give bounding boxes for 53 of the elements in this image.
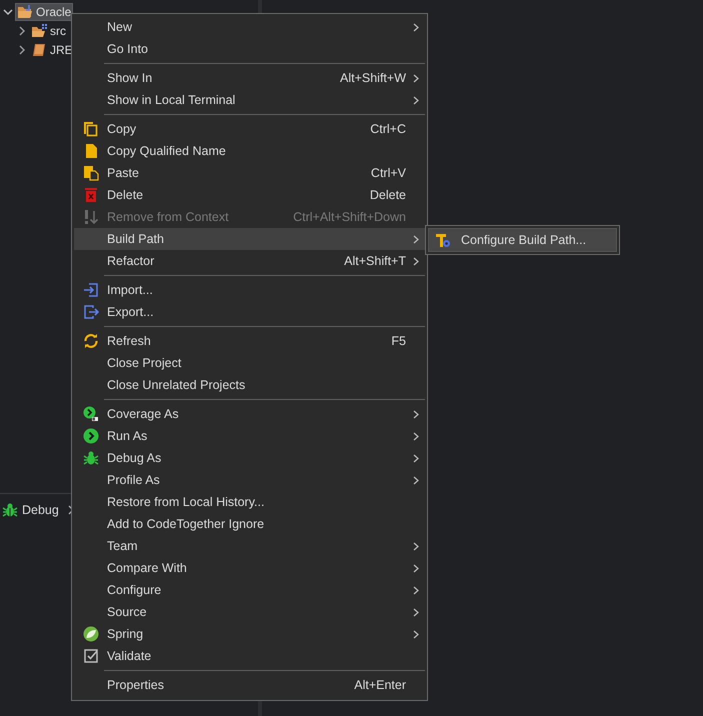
bug-icon [83, 450, 99, 466]
book-icon [31, 42, 47, 56]
folder-icon [31, 24, 47, 38]
import-icon [83, 282, 99, 298]
menu-item[interactable]: Refresh F5 [74, 330, 425, 352]
menu-item[interactable]: Profile As [74, 469, 425, 491]
menu-item[interactable]: New [74, 16, 425, 38]
menu-item[interactable]: Close Unrelated Projects [74, 374, 425, 396]
view-tab[interactable]: Debug [22, 503, 59, 517]
hammer-gear-icon [435, 232, 451, 248]
menu-item[interactable]: Restore from Local History... [74, 491, 425, 513]
play-circle-icon [83, 428, 99, 444]
tree-item[interactable]: src [29, 22, 68, 40]
folder-icon [17, 4, 33, 18]
menu-item[interactable]: Delete Delete [74, 184, 425, 206]
trash-icon [83, 187, 99, 203]
menu-item[interactable]: Export... [74, 301, 425, 323]
tree-item[interactable]: JRE [29, 40, 75, 58]
menu-item[interactable]: Copy Ctrl+C [74, 118, 425, 140]
play-circle-icon [83, 406, 99, 422]
menu-item[interactable]: Go Into [74, 38, 425, 60]
chevron-icon[interactable] [17, 44, 27, 54]
chevron-icon[interactable] [3, 6, 13, 16]
menu-item[interactable]: Debug As [74, 447, 425, 469]
document-icon [83, 143, 99, 159]
refresh-icon [83, 333, 99, 349]
tree-item[interactable]: Oracle [15, 2, 74, 20]
menu-item[interactable]: Validate [74, 645, 425, 667]
menu-item[interactable]: Show in Local Terminal [74, 89, 425, 111]
menu-item[interactable]: Copy Qualified Name [74, 140, 425, 162]
menu-item[interactable]: Refactor Alt+Shift+T [74, 250, 425, 272]
menu-item[interactable]: Show In Alt+Shift+W [74, 67, 425, 89]
menu-item[interactable]: Source [74, 601, 425, 623]
checkbox-icon [83, 648, 99, 664]
chevron-icon[interactable] [17, 26, 27, 36]
menu-item[interactable]: Coverage As [74, 403, 425, 425]
menu-item[interactable]: Close Project [74, 352, 425, 374]
exclamation-arrow-icon [83, 209, 99, 225]
menu-item[interactable]: Configure Build Path... [428, 228, 617, 252]
menu-item[interactable]: Team [74, 535, 425, 557]
menu-item[interactable]: Paste Ctrl+V [74, 162, 425, 184]
leaf-icon [83, 626, 99, 642]
menu-item[interactable]: Run As [74, 425, 425, 447]
menu-item[interactable]: Compare With [74, 557, 425, 579]
export-icon [83, 304, 99, 320]
paste-icon [83, 165, 99, 181]
menu-item[interactable]: Properties Alt+Enter [74, 674, 425, 696]
menu-item[interactable]: Configure [74, 579, 425, 601]
menu-item[interactable]: Add to CodeTogether Ignore [74, 513, 425, 535]
copy-icon [83, 121, 99, 137]
menu-item[interactable]: Import... [74, 279, 425, 301]
menu-item[interactable]: Spring [74, 623, 425, 645]
menu-item[interactable]: Build Path [74, 228, 425, 250]
